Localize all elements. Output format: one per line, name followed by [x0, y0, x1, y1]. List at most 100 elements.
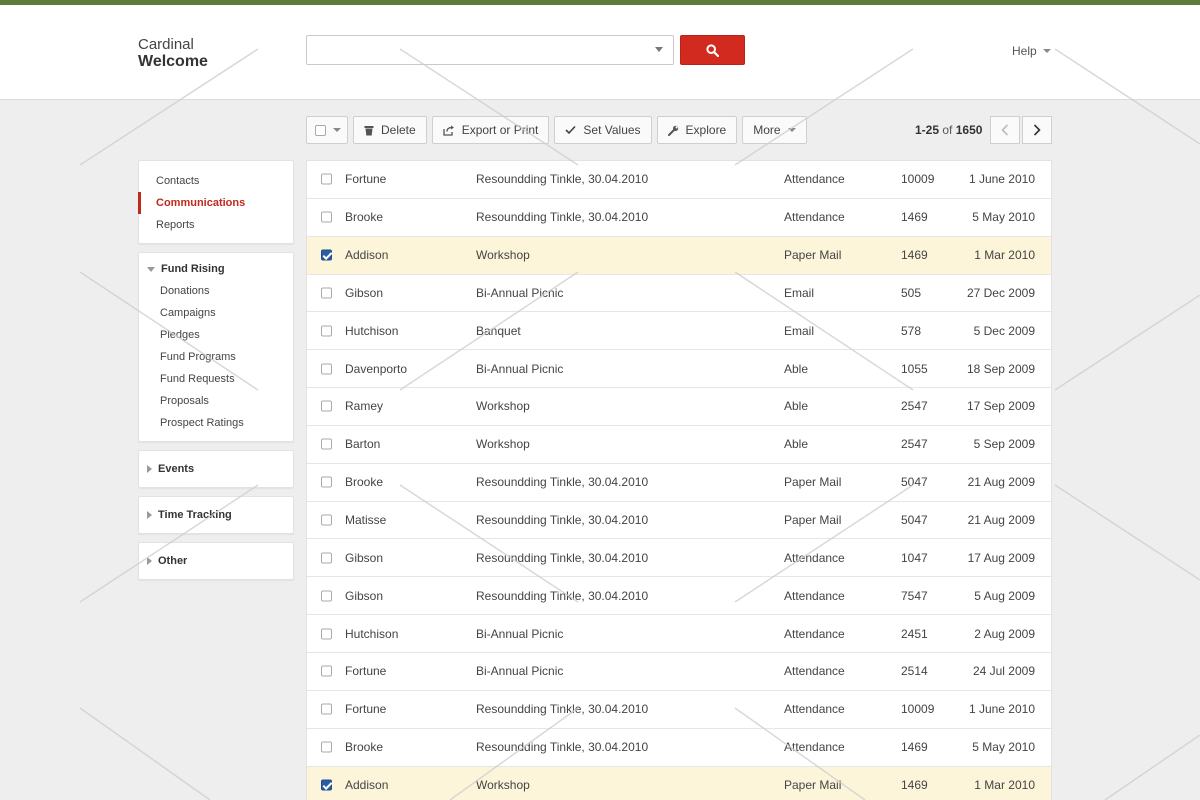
- row-checkbox[interactable]: [321, 779, 332, 791]
- expand-right-icon: [147, 557, 152, 565]
- record-number: 578: [901, 323, 922, 338]
- search-box[interactable]: [306, 35, 674, 65]
- sidebar-item-fund-programs[interactable]: Fund Programs: [139, 346, 293, 368]
- record-number: 2514: [901, 664, 928, 679]
- next-page-button[interactable]: [1022, 116, 1052, 144]
- contact-name: Brooke: [345, 475, 384, 490]
- table-row[interactable]: Barton Workshop Able 2547 5 Sep 2009: [307, 426, 1051, 464]
- communication-type: Attendance: [784, 588, 845, 603]
- sidebar-item-campaigns[interactable]: Campaigns: [139, 302, 293, 324]
- group-header-time-tracking[interactable]: Time Tracking: [139, 504, 232, 526]
- table-row[interactable]: Fortune Resoundding Tinkle, 30.04.2010 Att…: [307, 691, 1051, 729]
- row-checkbox[interactable]: [321, 665, 332, 677]
- wrench-icon: [667, 125, 678, 136]
- sidebar-item-communications[interactable]: Communications: [138, 192, 293, 214]
- fund-rising-group: Fund Rising Donations Campaigns Pledges …: [138, 252, 294, 442]
- row-checkbox[interactable]: [321, 438, 332, 450]
- group-header-fund-rising[interactable]: Fund Rising: [139, 258, 293, 280]
- record-date: 17 Aug 2009: [967, 550, 1035, 565]
- set-values-button[interactable]: Set Values: [554, 116, 652, 144]
- row-checkbox[interactable]: [321, 363, 332, 375]
- table-row[interactable]: Gibson Bi-Annual Picnic Email 505 27 Dec 200…: [307, 275, 1051, 313]
- row-checkbox[interactable]: [321, 325, 332, 337]
- communication-type: Paper Mail: [784, 248, 842, 263]
- sidebar-item-contacts[interactable]: Contacts: [138, 170, 293, 192]
- table-row[interactable]: Brooke Resoundding Tinkle, 30.04.2010 Pape…: [307, 464, 1051, 502]
- row-checkbox[interactable]: [321, 741, 332, 753]
- brand[interactable]: Cardinal Welcome: [138, 37, 208, 71]
- row-checkbox[interactable]: [321, 173, 332, 185]
- select-all-checkbox[interactable]: [315, 124, 326, 136]
- toolbar: Delete Export or Print Set Values Explor…: [306, 116, 807, 144]
- chevron-down-icon: [333, 128, 341, 132]
- record-number: 5047: [901, 475, 928, 490]
- sidebar-item-prospect-ratings[interactable]: Prospect Ratings: [139, 412, 293, 434]
- record-date: 1 Mar 2010: [974, 777, 1035, 792]
- row-checkbox[interactable]: [321, 514, 332, 526]
- trash-icon: [364, 125, 374, 135]
- search-button[interactable]: [680, 35, 745, 65]
- sidebar-item-proposals[interactable]: Proposals: [139, 390, 293, 412]
- record-date: 27 Dec 2009: [966, 285, 1035, 300]
- record-date: 2 Aug 2009: [974, 626, 1035, 641]
- sidebar-item-reports[interactable]: Reports: [138, 214, 293, 236]
- record-number: 2547: [901, 437, 928, 452]
- table-row[interactable]: Fortune Resoundding Tinkle, 30.04.2010 Att…: [307, 161, 1051, 199]
- contact-name: Fortune: [345, 172, 387, 187]
- pagination-range: 1-25: [915, 123, 940, 137]
- previous-page-button[interactable]: [990, 116, 1020, 144]
- table-row[interactable]: Matisse Resoundding Tinkle, 30.04.2010 Pap…: [307, 502, 1051, 540]
- row-checkbox[interactable]: [321, 590, 332, 602]
- more-button[interactable]: More: [742, 116, 807, 144]
- search-dropdown-icon[interactable]: [655, 47, 663, 52]
- table-row[interactable]: Gibson Resoundding Tinkle, 30.04.2010 Atte…: [307, 577, 1051, 616]
- communication-type: Attendance: [784, 664, 845, 679]
- row-checkbox[interactable]: [321, 703, 332, 715]
- select-all-dropdown[interactable]: [306, 116, 348, 144]
- row-checkbox[interactable]: [321, 628, 332, 640]
- group-header-other[interactable]: Other: [139, 550, 187, 572]
- table-row[interactable]: Hutchison Bi-Annual Picnic Attendance 2451 2…: [307, 615, 1051, 653]
- contact-name: Barton: [345, 437, 381, 452]
- chevron-down-icon: [787, 128, 796, 132]
- table-row[interactable]: Brooke Resoundding Tinkle, 30.04.2010 Atte…: [307, 199, 1051, 237]
- communication-type: Attendance: [784, 702, 845, 717]
- row-checkbox[interactable]: [321, 211, 332, 223]
- table-row[interactable]: Ramey Workshop Able 2547 17 Sep 2009: [307, 388, 1051, 426]
- sidebar-item-donations[interactable]: Donations: [139, 280, 293, 302]
- communication-type: Paper Mail: [784, 475, 842, 490]
- row-checkbox[interactable]: [321, 476, 332, 488]
- table-row[interactable]: Fortune Bi-Annual Picnic Attendance 2514 24 …: [307, 653, 1051, 691]
- table-row[interactable]: Gibson Resoundding Tinkle, 30.04.2010 Atte…: [307, 539, 1051, 578]
- help-menu[interactable]: Help: [1012, 44, 1051, 58]
- event-name: Resoundding Tinkle, 30.04.2010: [476, 740, 649, 755]
- export-print-button[interactable]: Export or Print: [431, 116, 550, 144]
- chevron-left-icon: [1001, 124, 1009, 136]
- row-checkbox[interactable]: [321, 400, 332, 412]
- time-tracking-group[interactable]: Time Tracking: [138, 496, 294, 534]
- contact-name: Fortune: [345, 702, 387, 717]
- events-group[interactable]: Events: [138, 450, 294, 488]
- event-name: Bi-Annual Picnic: [476, 626, 564, 641]
- table-row[interactable]: Davenporto Bi-Annual Picnic Able 1055 18 Sep…: [307, 350, 1051, 389]
- search-input[interactable]: [307, 36, 647, 64]
- table-row[interactable]: Brooke Resoundding Tinkle, 30.04.2010 Atte…: [307, 729, 1051, 767]
- other-group[interactable]: Other: [138, 542, 294, 580]
- sidebar-item-pledges[interactable]: Pledges: [139, 324, 293, 346]
- record-date: 1 June 2010: [968, 702, 1035, 717]
- table-row[interactable]: Addison Workshop Paper Mail 1469 1 Mar 2010: [307, 766, 1051, 800]
- table-row[interactable]: Hutchison Banquet Email 578 5 Dec 2009: [307, 312, 1051, 351]
- table-row[interactable]: Addison Workshop Paper Mail 1469 1 Mar 2010: [307, 236, 1051, 275]
- group-header-events[interactable]: Events: [139, 458, 194, 480]
- row-checkbox[interactable]: [321, 552, 332, 564]
- explore-button[interactable]: Explore: [656, 116, 738, 144]
- group-label: Events: [158, 463, 195, 475]
- event-name: Bi-Annual Picnic: [476, 664, 564, 679]
- row-checkbox[interactable]: [321, 249, 332, 261]
- pagination-info: 1-25 of 1650: [915, 123, 982, 137]
- sidebar-item-fund-requests[interactable]: Fund Requests: [139, 368, 293, 390]
- expand-down-icon: [147, 266, 155, 272]
- delete-button[interactable]: Delete: [353, 116, 427, 144]
- contact-name: Ramey: [345, 399, 384, 414]
- row-checkbox[interactable]: [321, 287, 332, 299]
